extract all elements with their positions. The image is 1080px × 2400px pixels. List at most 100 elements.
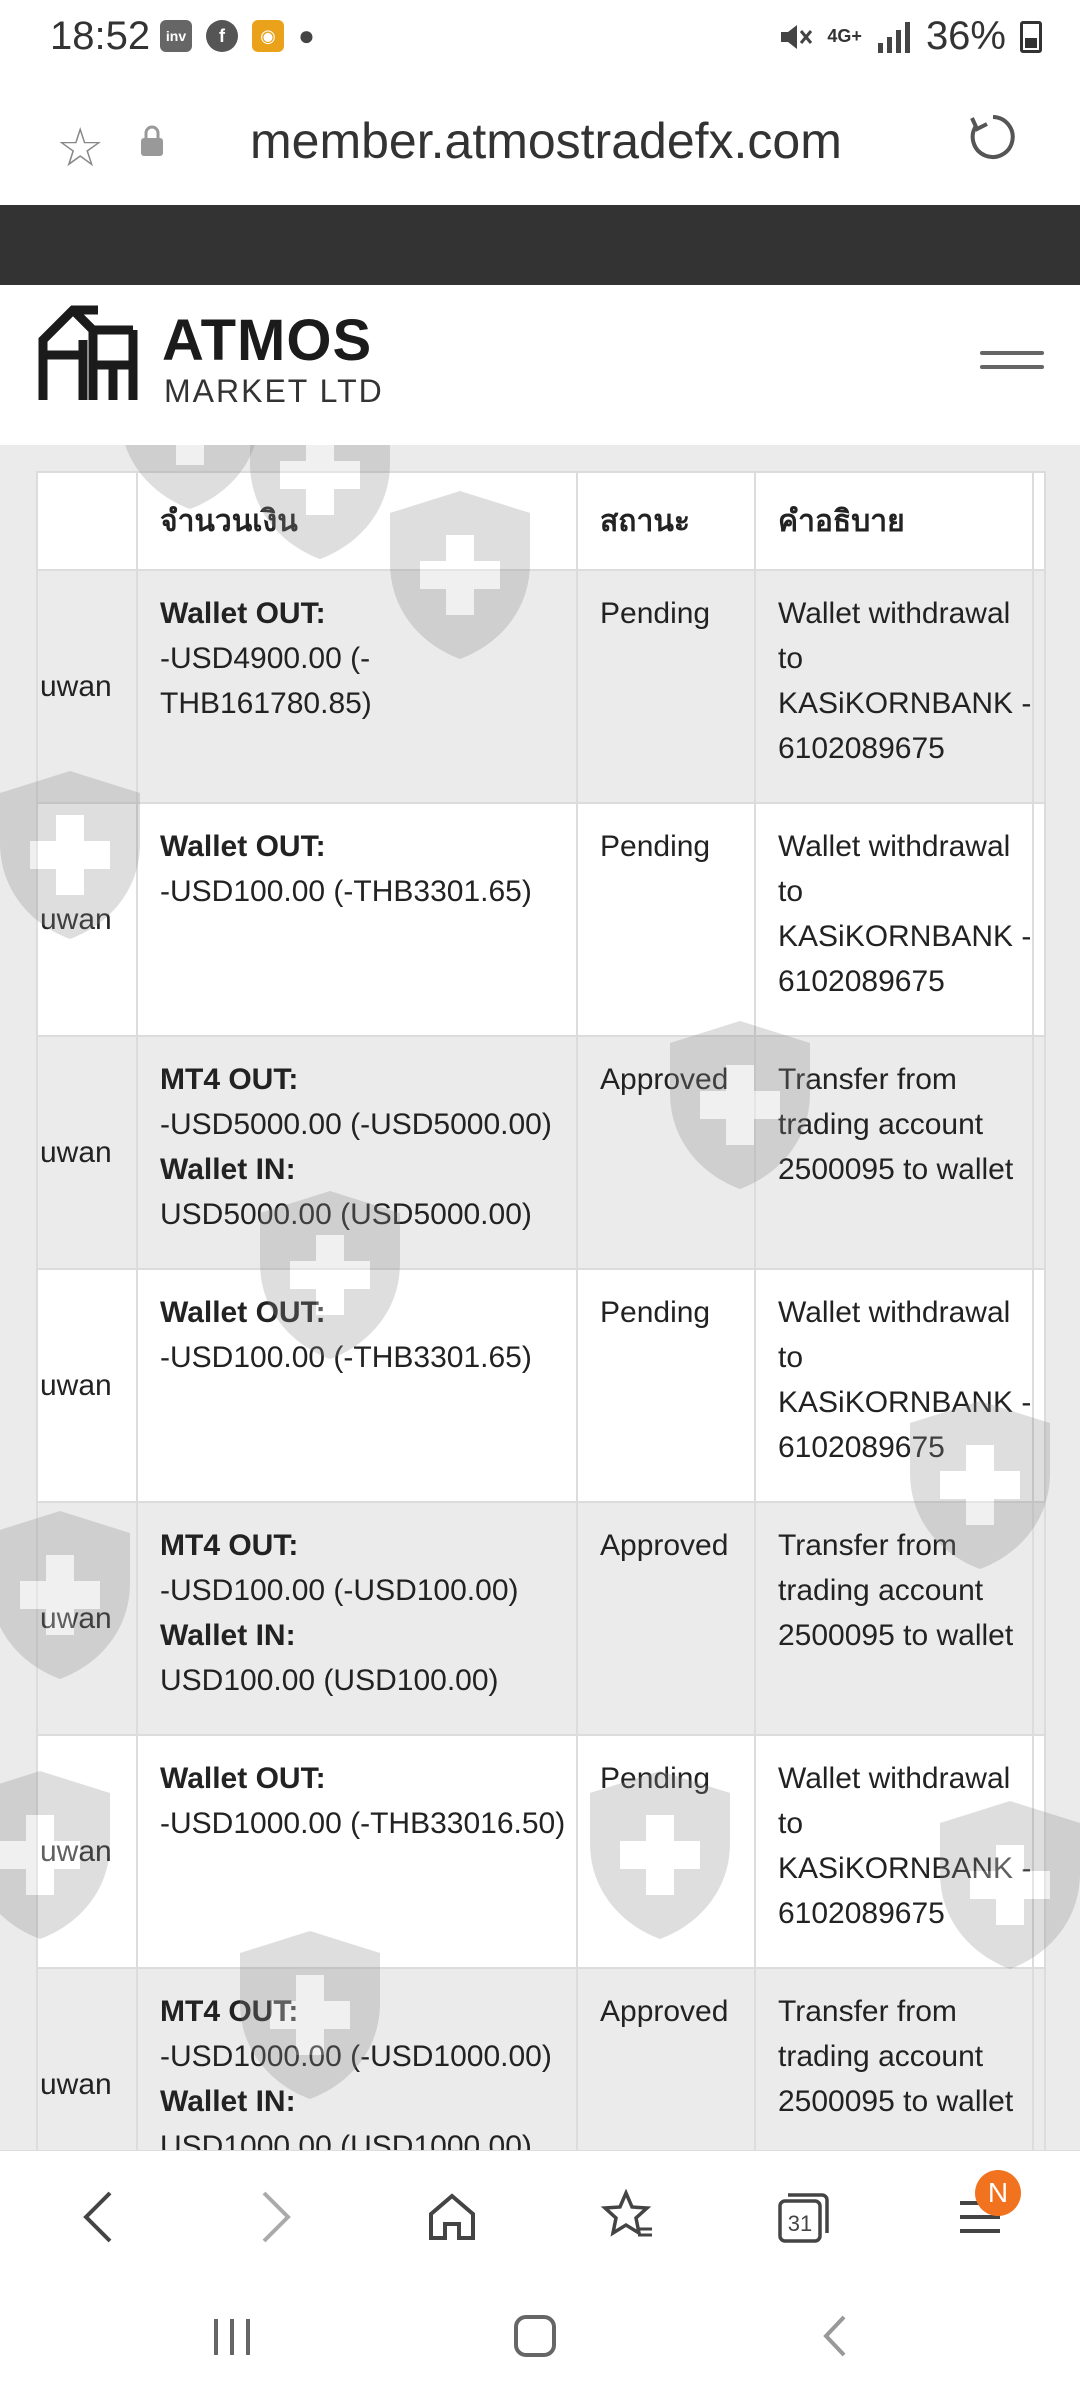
cell-name: uwan: [36, 802, 138, 1037]
cell-status: Pending: [576, 1734, 756, 1969]
cell-name: uwan: [36, 1734, 138, 1969]
amount-label: Wallet OUT:: [160, 1762, 326, 1795]
signal-icon: [877, 21, 910, 53]
header-amount: จำนวนเงิน: [136, 471, 578, 571]
cell-extra: [1032, 1268, 1046, 1503]
transactions-table: จำนวนเงิน สถานะ คำอธิบาย uwan Wallet OUT:…: [36, 471, 1046, 2150]
amount-value-2: USD5000.00 (USD5000.00): [160, 1198, 532, 1231]
cell-name: uwan: [36, 1035, 138, 1270]
status-time: 18:52: [50, 14, 151, 58]
cell-description: Wallet withdrawal to KASiKORNBANK - 6102…: [754, 802, 1034, 1037]
cell-status: Approved: [576, 1967, 756, 2150]
amount-label-2: Wallet IN:: [160, 2085, 296, 2118]
cell-amount: Wallet OUT: -USD4900.00 (-THB161780.85): [136, 569, 578, 804]
reload-icon[interactable]: [968, 112, 1018, 162]
header-name: [36, 471, 138, 571]
cell-description: Wallet withdrawal to KASiKORNBANK - 6102…: [754, 1734, 1034, 1969]
bookmarks-button[interactable]: [598, 2187, 658, 2247]
pinwheel-app-icon: ◉: [252, 20, 284, 52]
cell-status: Approved: [576, 1035, 756, 1270]
amount-value: -USD100.00 (-THB3301.65): [160, 875, 532, 908]
cell-amount: Wallet OUT: -USD1000.00 (-THB33016.50): [136, 1734, 578, 1969]
bookmark-star-icon[interactable]: ☆: [56, 116, 104, 179]
transactions-table-wrap: จำนวนเงิน สถานะ คำอธิบาย uwan Wallet OUT:…: [36, 471, 1046, 2150]
cell-extra: [1032, 1501, 1046, 1736]
back-arrow-icon: [83, 2191, 112, 2243]
home-nav-icon[interactable]: [512, 2313, 558, 2359]
amount-value: -USD1000.00 (-USD1000.00): [160, 2040, 552, 2073]
amount-value: -USD100.00 (-THB3301.65): [160, 1341, 532, 1374]
facebook-icon: f: [206, 20, 238, 52]
table-row: uwan Wallet OUT: -USD4900.00 (-THB161780.8…: [36, 569, 1046, 804]
tabs-icon: 31: [778, 2193, 829, 2243]
table-row: uwan MT4 OUT: -USD1000.00 (-USD1000.00) Wal…: [36, 1967, 1046, 2150]
status-app-icons: inv f ◉ ●: [160, 20, 315, 52]
notification-badge: N: [975, 2170, 1021, 2216]
table-header-row: จำนวนเงิน สถานะ คำอธิบาย: [36, 471, 1046, 571]
top-banner: [0, 205, 1080, 285]
amount-label: MT4 OUT:: [160, 1529, 299, 1562]
brand-subtitle: MARKET LTD: [164, 373, 384, 409]
cell-name: uwan: [36, 1501, 138, 1736]
table-row: uwan Wallet OUT: -USD1000.00 (-THB33016.50…: [36, 1734, 1046, 1969]
status-bar: 18:52 inv f ◉ ● 4G+ 36%: [0, 0, 1080, 80]
recent-apps-icon[interactable]: [210, 2315, 254, 2359]
cell-extra: [1032, 1035, 1046, 1270]
table-row: uwan MT4 OUT: -USD5000.00 (-USD5000.00) Wal…: [36, 1035, 1046, 1270]
cell-status: Pending: [576, 802, 756, 1037]
amount-value: -USD5000.00 (-USD5000.00): [160, 1108, 552, 1141]
site-header: ATMOS MARKET LTD: [0, 285, 1080, 445]
cell-amount: MT4 OUT: -USD100.00 (-USD100.00) Wallet IN…: [136, 1501, 578, 1736]
brand-name: ATMOS: [162, 308, 373, 373]
amount-value: -USD100.00 (-USD100.00): [160, 1574, 519, 1607]
menu-hamburger-icon[interactable]: [980, 351, 1044, 379]
cell-extra: [1032, 569, 1046, 804]
cell-name: uwan: [36, 569, 138, 804]
amount-label: MT4 OUT:: [160, 1995, 299, 2028]
cell-amount: Wallet OUT: -USD100.00 (-THB3301.65): [136, 1268, 578, 1503]
battery-percent: 36%: [925, 14, 1006, 58]
amount-label-2: Wallet IN:: [160, 1153, 296, 1186]
atmos-logo-icon[interactable]: [38, 305, 138, 405]
header-status: สถานะ: [576, 471, 756, 571]
home-button[interactable]: [422, 2187, 482, 2247]
battery-icon: [1020, 20, 1042, 53]
cell-status: Pending: [576, 569, 756, 804]
amount-label: Wallet OUT:: [160, 1296, 326, 1329]
system-nav-bar: [0, 2275, 1080, 2400]
lock-icon[interactable]: [138, 124, 166, 158]
address-bar: ☆ member.atmostradefx.com: [0, 80, 1080, 205]
amount-label: Wallet OUT:: [160, 597, 326, 630]
header-extra: [1032, 471, 1046, 571]
svg-text:31: 31: [788, 2211, 812, 2236]
cell-description: Transfer from trading account 2500095 to…: [754, 1035, 1034, 1270]
table-row: uwan Wallet OUT: -USD100.00 (-THB3301.65) P…: [36, 1268, 1046, 1503]
amount-label: Wallet OUT:: [160, 830, 326, 863]
network-type: 4G+: [827, 26, 862, 46]
forward-arrow-icon: [262, 2191, 291, 2243]
cell-amount: MT4 OUT: -USD5000.00 (-USD5000.00) Wallet …: [136, 1035, 578, 1270]
cell-name: uwan: [36, 1967, 138, 2150]
cell-amount: Wallet OUT: -USD100.00 (-THB3301.65): [136, 802, 578, 1037]
back-button[interactable]: [68, 2187, 128, 2247]
forward-button[interactable]: [246, 2187, 306, 2247]
cell-extra: [1032, 1967, 1046, 2150]
table-row: uwan MT4 OUT: -USD100.00 (-USD100.00) Walle…: [36, 1501, 1046, 1736]
content-area: จำนวนเงิน สถานะ คำอธิบาย uwan Wallet OUT:…: [0, 445, 1080, 2150]
back-nav-icon[interactable]: [820, 2313, 850, 2359]
url-field[interactable]: member.atmostradefx.com: [250, 112, 842, 170]
bookmarks-star-icon: [600, 2189, 652, 2237]
inv-icon: inv: [160, 20, 192, 52]
mute-icon: [781, 24, 813, 49]
cell-description: Wallet withdrawal to KASiKORNBANK - 6102…: [754, 1268, 1034, 1503]
cell-status: Approved: [576, 1501, 756, 1736]
table-row: uwan Wallet OUT: -USD100.00 (-THB3301.65) P…: [36, 802, 1046, 1037]
amount-value: -USD1000.00 (-THB33016.50): [160, 1807, 566, 1840]
amount-value-2: USD1000.00 (USD1000.00): [160, 2130, 532, 2150]
amount-value: -USD4900.00 (-THB161780.85): [160, 642, 372, 720]
status-right: 4G+ 36%: [777, 14, 1042, 59]
cell-description: Transfer from trading account 2500095 to…: [754, 1967, 1034, 2150]
tabs-button[interactable]: 31: [774, 2187, 834, 2247]
cell-extra: [1032, 802, 1046, 1037]
home-icon: [429, 2193, 475, 2240]
